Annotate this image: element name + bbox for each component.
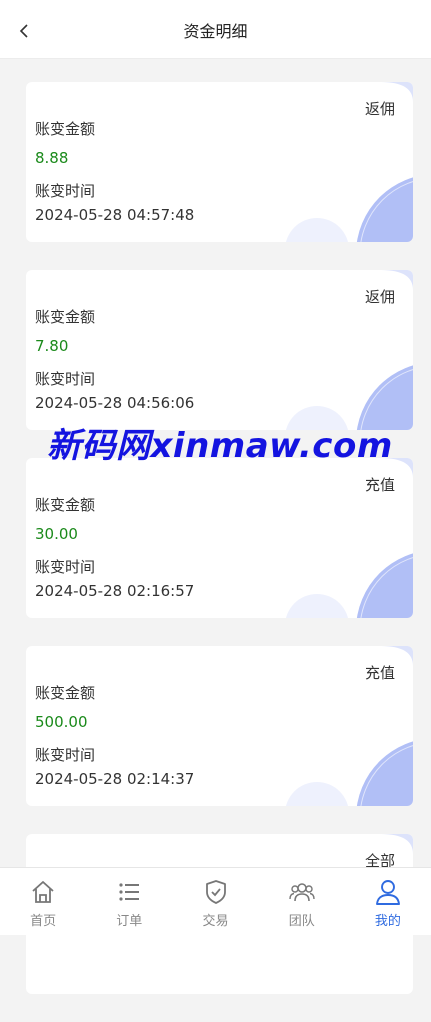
tab-label: 首页 bbox=[30, 914, 57, 929]
list-icon bbox=[119, 883, 140, 901]
watermark: 新码网xinmaw.com bbox=[47, 426, 393, 466]
amount-label: 账变金额 bbox=[35, 308, 96, 326]
record-type: 返佣 bbox=[364, 100, 395, 118]
bottom-tab-bar: 首页 订单 交易 团队 我的 bbox=[0, 867, 431, 935]
time-label: 账变时间 bbox=[35, 558, 96, 576]
tab-label: 我的 bbox=[374, 914, 401, 929]
amount-label: 账变金额 bbox=[35, 496, 96, 514]
tab-label: 团队 bbox=[288, 914, 315, 929]
app-header: 资金明细 bbox=[0, 0, 431, 59]
record-card[interactable]: 返佣 账变金额 8.88 账变时间 2024-05-28 04:57:48 bbox=[26, 82, 413, 242]
time-label: 账变时间 bbox=[35, 746, 96, 764]
home-icon bbox=[32, 881, 54, 903]
time-label: 账变时间 bbox=[35, 182, 96, 200]
amount-label: 账变金额 bbox=[35, 684, 96, 702]
tab-home[interactable]: 首页 bbox=[0, 868, 86, 935]
amount-value: 500.00 bbox=[35, 713, 88, 731]
amount-label: 账变金额 bbox=[35, 120, 96, 138]
amount-value: 8.88 bbox=[35, 149, 69, 167]
time-value: 2024-05-28 04:56:06 bbox=[35, 394, 195, 412]
page-title: 资金明细 bbox=[183, 22, 248, 41]
record-card[interactable]: 充值 账变金额 30.00 账变时间 2024-05-28 02:16:57 bbox=[26, 458, 413, 618]
record-type: 充值 bbox=[364, 664, 395, 682]
tab-mine[interactable]: 我的 bbox=[345, 868, 431, 935]
tab-label: 订单 bbox=[116, 914, 143, 929]
time-label: 账变时间 bbox=[35, 370, 96, 388]
amount-value: 7.80 bbox=[35, 337, 69, 355]
record-type: 返佣 bbox=[364, 288, 395, 306]
team-icon bbox=[289, 883, 315, 902]
time-value: 2024-05-28 02:14:37 bbox=[35, 770, 195, 788]
time-value: 2024-05-28 02:16:57 bbox=[35, 582, 195, 600]
record-card[interactable]: 返佣 账变金额 7.80 账变时间 2024-05-28 04:56:06 bbox=[26, 270, 413, 430]
shield-check-icon bbox=[205, 880, 226, 904]
tab-orders[interactable]: 订单 bbox=[86, 868, 172, 935]
tab-team[interactable]: 团队 bbox=[259, 868, 345, 935]
time-value: 2024-05-28 04:57:48 bbox=[35, 206, 195, 224]
tab-trade[interactable]: 交易 bbox=[172, 868, 258, 935]
user-icon bbox=[375, 880, 400, 905]
record-card[interactable]: 充值 账变金额 500.00 账变时间 2024-05-28 02:14:37 bbox=[26, 646, 413, 806]
amount-value: 30.00 bbox=[35, 525, 78, 543]
tab-label: 交易 bbox=[202, 914, 229, 929]
record-type: 充值 bbox=[364, 476, 395, 494]
